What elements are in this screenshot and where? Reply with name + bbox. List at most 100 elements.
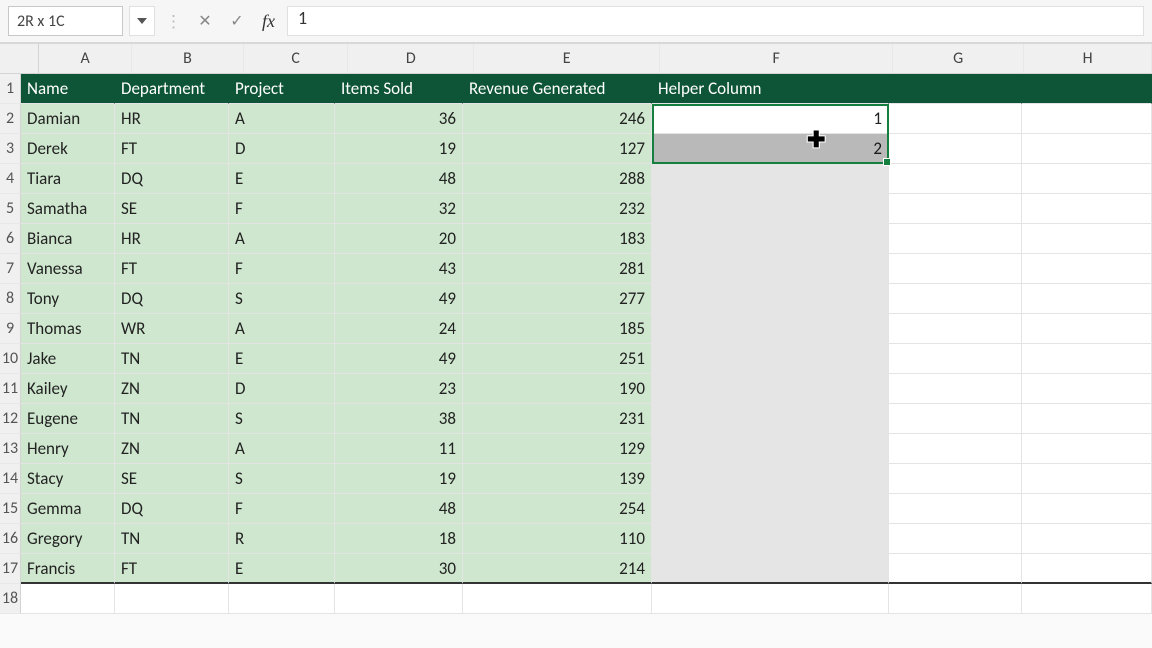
- cell-project[interactable]: D: [229, 134, 335, 164]
- cell-revenue[interactable]: 185: [463, 314, 652, 344]
- cell[interactable]: [889, 524, 1022, 554]
- cell[interactable]: [21, 584, 115, 614]
- cell-revenue[interactable]: 288: [463, 164, 652, 194]
- cell[interactable]: [889, 584, 1022, 614]
- cell[interactable]: [889, 314, 1022, 344]
- cell-name[interactable]: Tony: [21, 284, 115, 314]
- cell-helper[interactable]: [652, 494, 889, 524]
- cell-items-sold[interactable]: 18: [335, 524, 463, 554]
- cell-project[interactable]: A: [229, 314, 335, 344]
- fx-label[interactable]: fx: [256, 11, 281, 32]
- header-cell[interactable]: Department: [115, 74, 229, 104]
- cell-department[interactable]: ZN: [115, 434, 229, 464]
- cell-revenue[interactable]: 214: [463, 554, 652, 584]
- cell-revenue[interactable]: 281: [463, 254, 652, 284]
- cell-revenue[interactable]: 129: [463, 434, 652, 464]
- cell[interactable]: [889, 194, 1022, 224]
- cell-project[interactable]: S: [229, 464, 335, 494]
- cell-department[interactable]: FT: [115, 554, 229, 584]
- cell-name[interactable]: Kailey: [21, 374, 115, 404]
- cell[interactable]: [335, 584, 463, 614]
- cell-revenue[interactable]: 254: [463, 494, 652, 524]
- cell-name[interactable]: Eugene: [21, 404, 115, 434]
- cell-items-sold[interactable]: 30: [335, 554, 463, 584]
- cell-items-sold[interactable]: 36: [335, 104, 463, 134]
- cell-items-sold[interactable]: 48: [335, 164, 463, 194]
- cell-name[interactable]: Thomas: [21, 314, 115, 344]
- cell[interactable]: [1022, 464, 1152, 494]
- cell-name[interactable]: Damian: [21, 104, 115, 134]
- cell-department[interactable]: SE: [115, 194, 229, 224]
- cell-helper[interactable]: [652, 554, 889, 584]
- formula-input[interactable]: 1: [287, 6, 1144, 36]
- cell[interactable]: [889, 464, 1022, 494]
- cell[interactable]: [1022, 344, 1152, 374]
- cell[interactable]: [115, 584, 229, 614]
- cell[interactable]: [1022, 434, 1152, 464]
- row-header[interactable]: 7: [0, 254, 21, 284]
- row-header[interactable]: 15: [0, 494, 21, 524]
- cell-revenue[interactable]: 110: [463, 524, 652, 554]
- cell[interactable]: [463, 584, 652, 614]
- cell-helper[interactable]: [652, 374, 889, 404]
- col-header-F[interactable]: F: [660, 44, 893, 73]
- cell-name[interactable]: Henry: [21, 434, 115, 464]
- row-header[interactable]: 2: [0, 104, 21, 134]
- cell[interactable]: [1022, 524, 1152, 554]
- cell[interactable]: [1022, 134, 1152, 164]
- row-header[interactable]: 10: [0, 344, 21, 374]
- cell-revenue[interactable]: 251: [463, 344, 652, 374]
- row-header[interactable]: 3: [0, 134, 21, 164]
- cell[interactable]: [1022, 314, 1152, 344]
- cell[interactable]: [889, 554, 1022, 584]
- row-header[interactable]: 12: [0, 404, 21, 434]
- cell[interactable]: [1022, 494, 1152, 524]
- cell[interactable]: [889, 434, 1022, 464]
- cell-project[interactable]: S: [229, 404, 335, 434]
- cell[interactable]: [1022, 554, 1152, 584]
- cell-project[interactable]: F: [229, 194, 335, 224]
- cell-revenue[interactable]: 246: [463, 104, 652, 134]
- row-header[interactable]: 6: [0, 224, 21, 254]
- cell-items-sold[interactable]: 32: [335, 194, 463, 224]
- cell-helper[interactable]: [652, 194, 889, 224]
- cell-revenue[interactable]: 190: [463, 374, 652, 404]
- row-header[interactable]: 17: [0, 554, 21, 584]
- select-all-corner[interactable]: [0, 44, 39, 73]
- cell-department[interactable]: TN: [115, 344, 229, 374]
- col-header-A[interactable]: A: [39, 44, 131, 73]
- cell-department[interactable]: TN: [115, 404, 229, 434]
- cell-department[interactable]: FT: [115, 134, 229, 164]
- cell-project[interactable]: D: [229, 374, 335, 404]
- cell[interactable]: [1022, 254, 1152, 284]
- cell-name[interactable]: Gemma: [21, 494, 115, 524]
- header-cell[interactable]: Helper Column: [652, 74, 889, 104]
- cell-project[interactable]: F: [229, 254, 335, 284]
- cell-department[interactable]: DQ: [115, 284, 229, 314]
- cell-department[interactable]: WR: [115, 314, 229, 344]
- col-header-H[interactable]: H: [1024, 44, 1152, 73]
- col-header-B[interactable]: B: [132, 44, 244, 73]
- cell-helper[interactable]: [652, 314, 889, 344]
- col-header-C[interactable]: C: [244, 44, 348, 73]
- row-header[interactable]: 4: [0, 164, 21, 194]
- cell[interactable]: [889, 254, 1022, 284]
- cell-name[interactable]: Stacy: [21, 464, 115, 494]
- cell-department[interactable]: ZN: [115, 374, 229, 404]
- name-box[interactable]: 2R x 1C: [8, 6, 123, 36]
- cell-items-sold[interactable]: 20: [335, 224, 463, 254]
- cell-helper[interactable]: [652, 254, 889, 284]
- cell-items-sold[interactable]: 19: [335, 134, 463, 164]
- cell-helper[interactable]: [652, 284, 889, 314]
- cell[interactable]: [1022, 194, 1152, 224]
- cell-revenue[interactable]: 127: [463, 134, 652, 164]
- cell-project[interactable]: S: [229, 284, 335, 314]
- accept-formula-button[interactable]: ✓: [224, 6, 250, 36]
- cell-project[interactable]: F: [229, 494, 335, 524]
- cell[interactable]: [652, 584, 889, 614]
- row-header[interactable]: 13: [0, 434, 21, 464]
- cell-helper[interactable]: [652, 404, 889, 434]
- cell-name[interactable]: Derek: [21, 134, 115, 164]
- cell[interactable]: [889, 404, 1022, 434]
- cell-helper[interactable]: [652, 524, 889, 554]
